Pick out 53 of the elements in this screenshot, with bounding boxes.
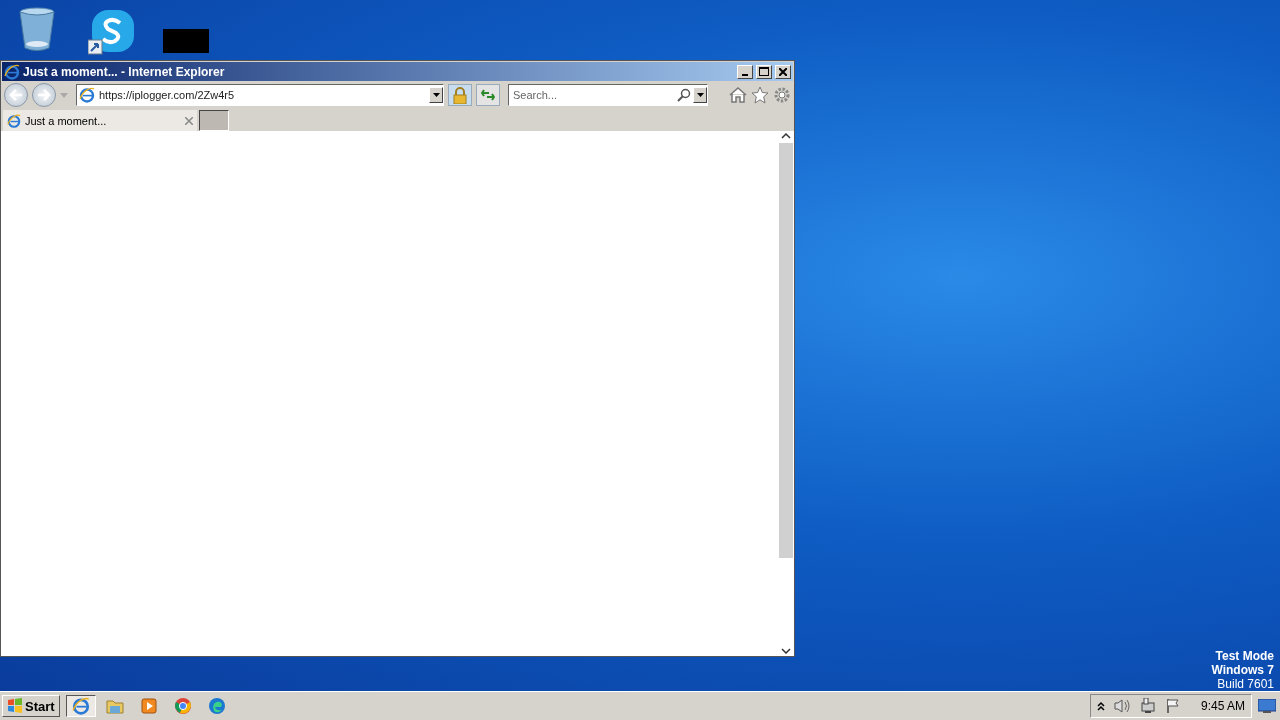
arrow-left-icon [9, 89, 23, 101]
clock[interactable]: 9:45 AM [1200, 699, 1245, 713]
chrome-icon [173, 697, 192, 715]
media-player-icon [140, 698, 157, 714]
scroll-up-icon[interactable] [781, 133, 791, 139]
browser-icon [4, 63, 20, 80]
search-input[interactable]: Search... [509, 89, 675, 101]
search-icon [677, 88, 691, 102]
dropdown-button[interactable] [429, 87, 443, 103]
desktop-notice: Test Mode [1215, 649, 1274, 663]
desktop-notice: Windows 7 [1211, 663, 1274, 677]
refresh-button[interactable] [476, 84, 500, 106]
flag-icon[interactable] [1164, 698, 1181, 714]
star-icon[interactable] [751, 86, 769, 104]
close-button[interactable] [775, 64, 791, 79]
maximize-button[interactable] [756, 64, 772, 79]
forward-button[interactable] [32, 83, 56, 107]
address-field[interactable]: https://iplogger.com/2Zw4r5 [76, 84, 444, 106]
dropdown-button[interactable] [693, 87, 707, 103]
browser-icon [79, 87, 95, 103]
maximize-icon [759, 67, 769, 76]
new-tab-button[interactable] [199, 110, 229, 131]
home-icon[interactable] [729, 87, 747, 103]
minimize-button[interactable] [737, 64, 753, 79]
close-icon[interactable] [185, 116, 193, 125]
skype-shortcut-icon[interactable] [88, 10, 134, 56]
browser-icon [7, 113, 21, 128]
window-title: Just a moment... - Internet Explorer [23, 64, 226, 79]
caret-icon [696, 93, 704, 97]
settings-icon[interactable] [773, 86, 791, 104]
folder-icon [105, 698, 124, 714]
scroll-down-icon[interactable] [781, 648, 791, 654]
minimize-icon [742, 73, 748, 76]
browser-icon [71, 697, 90, 715]
arrow-right-icon [37, 89, 51, 101]
caret-icon [432, 93, 440, 97]
search-field[interactable]: Search... [508, 84, 708, 106]
start-button[interactable]: Start [2, 695, 60, 717]
desktop-notice: Build 7601 [1217, 677, 1274, 691]
padlock-icon [453, 86, 467, 104]
recycle-bin-icon[interactable] [18, 6, 56, 52]
show-desktop-icon[interactable] [1258, 699, 1276, 713]
speaker-icon[interactable] [1112, 698, 1131, 714]
refresh-arrows-icon [481, 88, 495, 102]
browser-tab[interactable]: Just a moment... [3, 110, 197, 131]
taskbar-app-button[interactable] [65, 695, 96, 717]
lock-button[interactable] [448, 84, 472, 106]
network-icon[interactable] [1138, 698, 1157, 714]
close-icon [779, 67, 787, 76]
windows-logo-icon [7, 698, 23, 714]
edge-icon [207, 697, 226, 715]
back-button[interactable] [4, 83, 28, 107]
chevron-up-icon[interactable] [1096, 701, 1105, 711]
